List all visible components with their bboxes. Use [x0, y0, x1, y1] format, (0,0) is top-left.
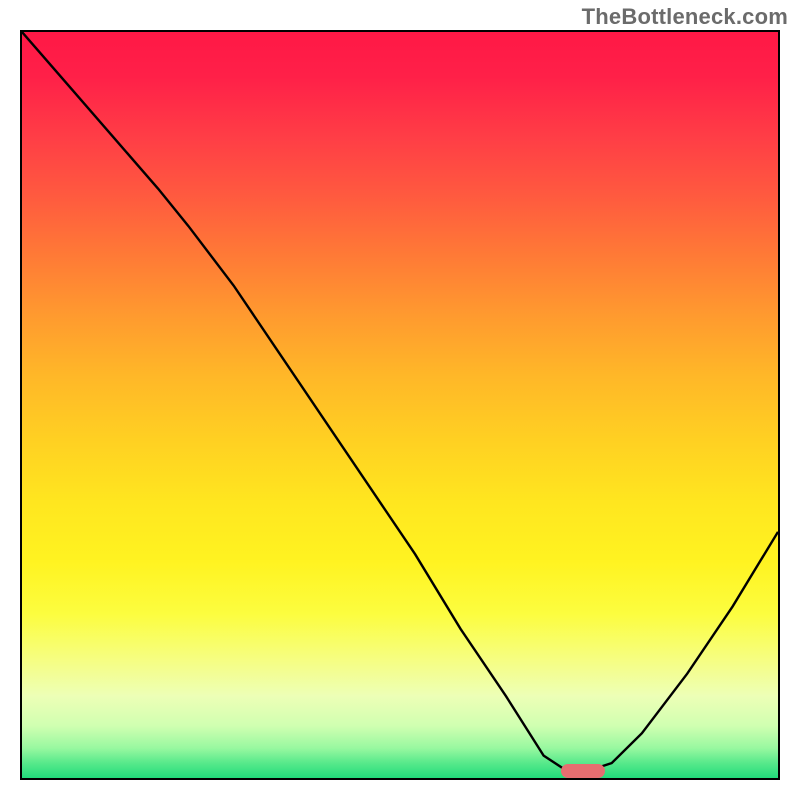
curve-path [22, 32, 778, 771]
watermark-text: TheBottleneck.com [582, 4, 788, 30]
optimal-marker [561, 764, 605, 778]
bottleneck-curve [22, 32, 778, 778]
chart-area [20, 30, 780, 780]
